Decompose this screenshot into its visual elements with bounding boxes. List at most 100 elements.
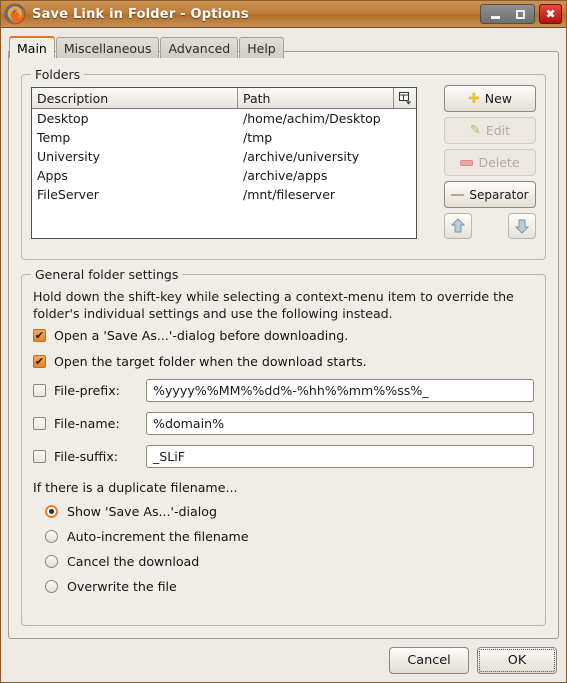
file-prefix-label: File-prefix: xyxy=(54,383,120,398)
checkbox-open-target-folder[interactable]: ✔ xyxy=(33,355,46,368)
table-row[interactable]: Desktop /home/achim/Desktop xyxy=(32,109,416,128)
minimize-icon xyxy=(490,15,500,19)
file-name-input[interactable]: %domain% xyxy=(146,412,534,435)
column-chooser-glyph xyxy=(398,91,411,104)
radio-auto-increment[interactable] xyxy=(45,530,58,543)
folders-group: Folders Description Path Desktop /home/a… xyxy=(21,67,546,260)
edit-folder-button[interactable]: ✎ Edit xyxy=(444,117,536,144)
cell-path: /archive/apps xyxy=(243,168,328,183)
edit-folder-button-label: Edit xyxy=(485,123,511,138)
checkbox-save-as-dialog[interactable]: ✔ xyxy=(33,329,46,342)
radio-row-show-save-as[interactable]: Show 'Save As...'-dialog xyxy=(45,504,217,519)
ok-button[interactable]: OK xyxy=(477,647,557,674)
minimize-button[interactable] xyxy=(484,6,506,22)
checkbox-file-prefix[interactable] xyxy=(33,384,46,397)
tab-advanced[interactable]: Advanced xyxy=(160,37,239,58)
tab-miscellaneous-label: Miscellaneous xyxy=(63,40,152,56)
cell-path: /archive/university xyxy=(243,149,360,164)
column-header-description[interactable]: Description xyxy=(32,88,238,108)
checkbox-file-name[interactable] xyxy=(33,417,46,430)
table-row[interactable]: Apps /archive/apps xyxy=(32,166,416,185)
move-up-icon xyxy=(451,218,465,233)
cell-path: /tmp xyxy=(243,130,273,145)
cell-description: University xyxy=(37,149,101,164)
window-title: Save Link in Folder - Options xyxy=(32,6,249,22)
maximize-button[interactable] xyxy=(509,6,531,22)
cell-description: Apps xyxy=(37,168,68,183)
radio-cancel-download-label: Cancel the download xyxy=(67,554,200,569)
table-row[interactable]: University /archive/university xyxy=(32,147,416,166)
radio-show-save-as[interactable] xyxy=(45,505,58,518)
tab-main[interactable]: Main xyxy=(9,36,55,58)
plus-icon: ✚ xyxy=(468,90,480,107)
reorder-buttons xyxy=(444,213,536,239)
cancel-button[interactable]: Cancel xyxy=(389,647,469,674)
dash-icon xyxy=(451,193,465,196)
checkbox-row-open-target-folder[interactable]: ✔ Open the target folder when the downlo… xyxy=(33,354,367,369)
column-chooser-icon[interactable] xyxy=(394,88,416,108)
folders-group-title: Folders xyxy=(31,67,85,82)
cell-path: /mnt/fileserver xyxy=(243,187,336,202)
pencil-icon: ✎ xyxy=(469,123,481,138)
move-up-button[interactable] xyxy=(444,213,472,239)
checkbox-file-suffix[interactable] xyxy=(33,450,46,463)
radio-overwrite-file-label: Overwrite the file xyxy=(67,579,177,594)
tab-panel-main: Folders Description Path Desktop /home/a… xyxy=(8,51,559,639)
tab-miscellaneous[interactable]: Miscellaneous xyxy=(55,37,160,58)
radio-cancel-download[interactable] xyxy=(45,555,58,568)
radio-row-overwrite-file[interactable]: Overwrite the file xyxy=(45,579,177,594)
checkbox-row-save-as-dialog[interactable]: ✔ Open a 'Save As...'-dialog before down… xyxy=(33,328,348,343)
radio-row-auto-increment[interactable]: Auto-increment the filename xyxy=(45,529,249,544)
folders-action-buttons: ✚ New ✎ Edit Delete Separator xyxy=(444,85,536,239)
minus-icon xyxy=(460,159,474,166)
column-header-description-label: Description xyxy=(37,90,109,106)
general-folder-settings-group: General folder settings Hold down the sh… xyxy=(21,267,546,626)
tab-help[interactable]: Help xyxy=(239,37,284,58)
cell-description: Temp xyxy=(37,130,71,145)
table-row[interactable]: Temp /tmp xyxy=(32,128,416,147)
dialog-footer: Cancel OK xyxy=(389,647,557,674)
move-down-icon xyxy=(515,219,529,234)
table-row[interactable]: FileServer /mnt/fileserver xyxy=(32,185,416,204)
cell-path: /home/achim/Desktop xyxy=(243,111,381,126)
minimize-maximize-group xyxy=(480,4,535,24)
check-icon: ✔ xyxy=(34,328,45,342)
add-separator-button-label: Separator xyxy=(469,187,529,202)
ok-button-label: OK xyxy=(507,653,527,668)
new-folder-button-label: New xyxy=(484,91,512,106)
firefox-logo-icon xyxy=(4,3,26,25)
window-controls: ✖ xyxy=(480,4,562,24)
checkbox-open-target-folder-label: Open the target folder when the download… xyxy=(54,354,367,369)
delete-folder-button[interactable]: Delete xyxy=(444,149,536,176)
file-suffix-label: File-suffix: xyxy=(54,449,119,464)
folders-table[interactable]: Description Path Desktop /home/achim/Des xyxy=(31,87,417,239)
file-suffix-row: File-suffix: _SLiF xyxy=(33,445,534,468)
cell-description: FileServer xyxy=(37,187,99,202)
delete-folder-button-label: Delete xyxy=(478,155,520,170)
file-name-label: File-name: xyxy=(54,416,120,431)
radio-dot-icon xyxy=(49,509,54,514)
maximize-icon xyxy=(515,9,525,19)
move-down-button[interactable] xyxy=(508,213,536,239)
window-titlebar[interactable]: Save Link in Folder - Options ✖ xyxy=(1,1,566,28)
radio-row-cancel-download[interactable]: Cancel the download xyxy=(45,554,199,569)
check-icon: ✔ xyxy=(34,354,45,368)
column-header-path[interactable]: Path xyxy=(238,88,394,108)
tab-advanced-label: Advanced xyxy=(168,40,231,56)
duplicate-filename-title: If there is a duplicate filename... xyxy=(33,480,238,495)
file-prefix-input[interactable]: %yyyy%%MM%%dd%-%hh%%mm%%ss%_ xyxy=(146,379,534,402)
folders-table-header: Description Path xyxy=(32,88,416,109)
close-button[interactable]: ✖ xyxy=(539,4,562,24)
tab-help-label: Help xyxy=(247,40,276,56)
general-settings-description: Hold down the shift-key while selecting … xyxy=(33,289,514,321)
column-header-path-label: Path xyxy=(243,90,271,106)
new-folder-button[interactable]: ✚ New xyxy=(444,85,536,112)
file-prefix-row: File-prefix: %yyyy%%MM%%dd%-%hh%%mm%%ss%… xyxy=(33,379,534,402)
radio-auto-increment-label: Auto-increment the filename xyxy=(67,529,249,544)
file-name-row: File-name: %domain% xyxy=(33,412,534,435)
radio-show-save-as-label: Show 'Save As...'-dialog xyxy=(67,504,217,519)
checkbox-save-as-dialog-label: Open a 'Save As...'-dialog before downlo… xyxy=(54,328,349,343)
file-suffix-input[interactable]: _SLiF xyxy=(146,445,534,468)
radio-overwrite-file[interactable] xyxy=(45,580,58,593)
add-separator-button[interactable]: Separator xyxy=(444,181,536,208)
